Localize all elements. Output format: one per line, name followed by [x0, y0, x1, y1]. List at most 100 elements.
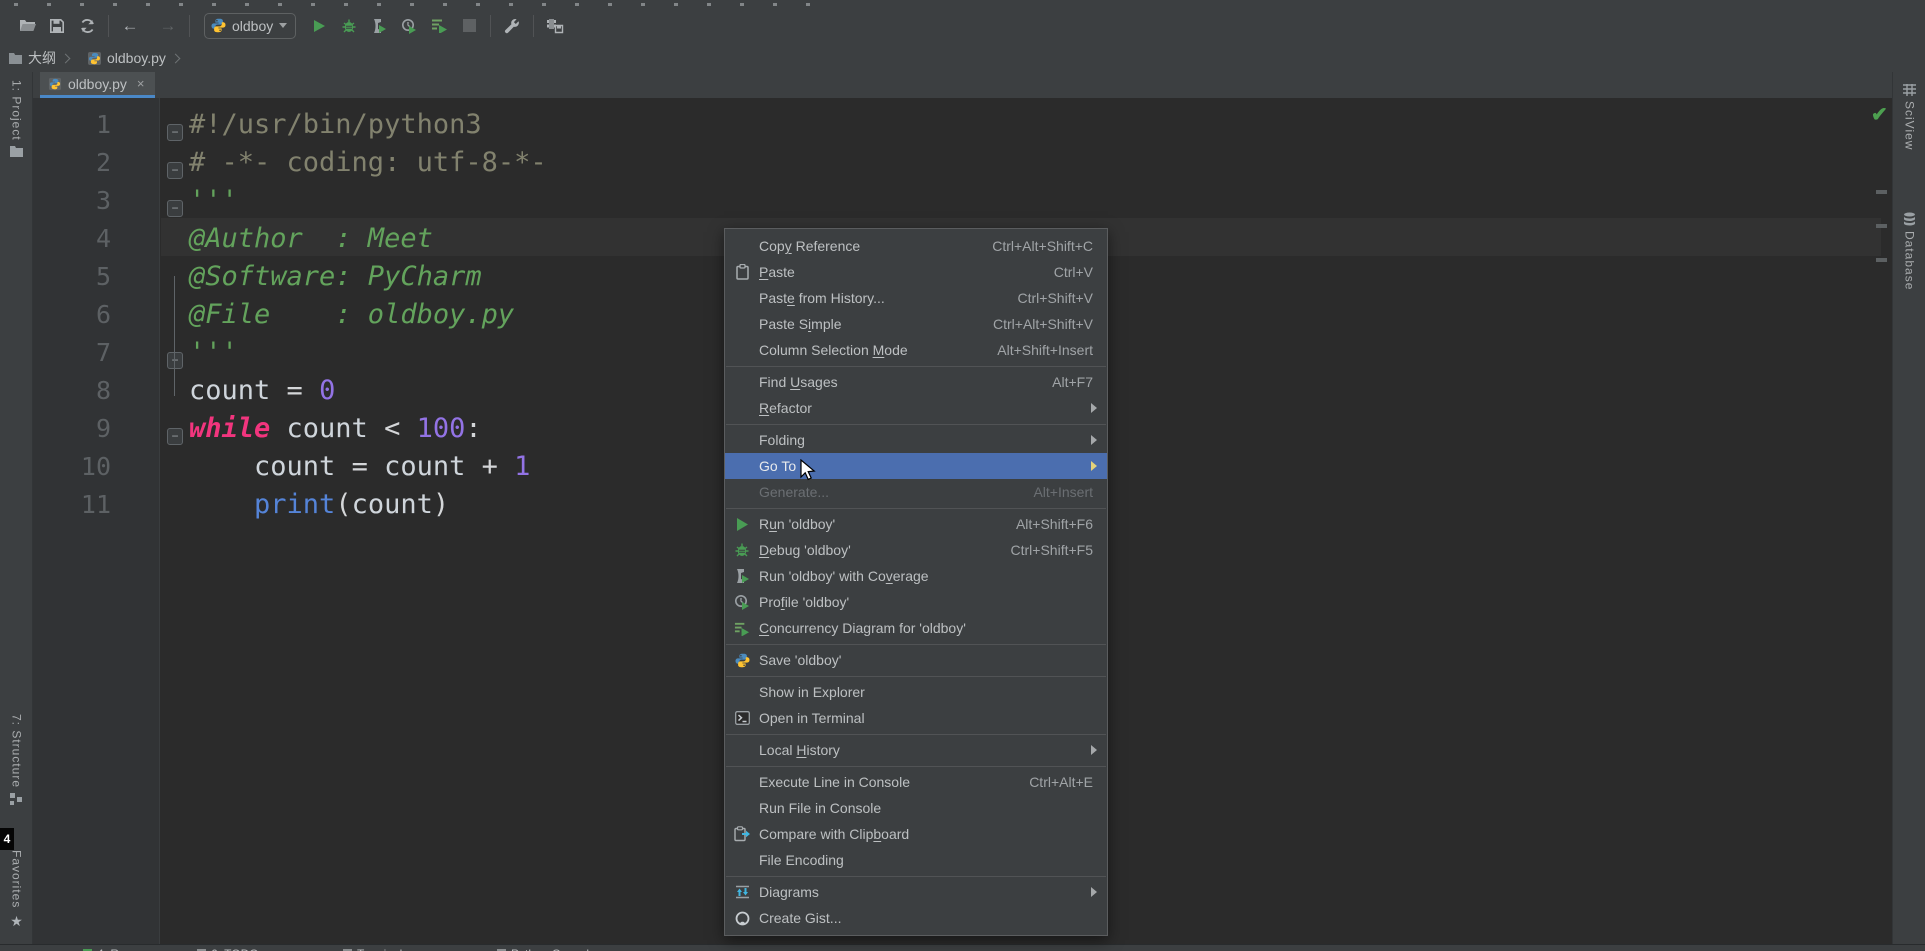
- left-tool-stripe: 1: Project 7: Structure 4 Favorites ★: [0, 72, 33, 944]
- menu-item-generate: Generate... Alt+Insert: [725, 479, 1107, 505]
- forward-arrow-icon[interactable]: →: [153, 13, 183, 39]
- grid-icon: [1903, 84, 1916, 96]
- menu-item-shortcut: Ctrl+Alt+E: [1029, 774, 1093, 790]
- structure-icon: [10, 793, 23, 806]
- menu-item-label: Refactor: [759, 400, 812, 416]
- menu-item-refactor[interactable]: Refactor: [725, 395, 1107, 421]
- open-file-icon[interactable]: [12, 13, 42, 39]
- menu-item-debug-oldboy[interactable]: Debug 'oldboy' Ctrl+Shift+F5: [725, 537, 1107, 563]
- concurrency-diagram-icon[interactable]: [424, 13, 454, 39]
- line-number: 2: [95, 148, 111, 177]
- menu-item-find-usages[interactable]: Find Usages Alt+F7: [725, 369, 1107, 395]
- menu-item-paste-simple[interactable]: Paste Simple Ctrl+Alt+Shift+V: [725, 311, 1107, 337]
- code-token: @Author : Meet: [189, 223, 433, 254]
- run-with-coverage-icon[interactable]: [364, 13, 394, 39]
- statusbar-item-terminal[interactable]: Terminal: [343, 947, 402, 951]
- statusbar-item-6-todo[interactable]: 6: TODO: [197, 947, 259, 951]
- back-arrow-icon[interactable]: ←: [115, 13, 145, 39]
- database-label: Database: [1902, 231, 1917, 291]
- menu-item-label: Find Usages: [759, 374, 838, 390]
- fold-marker-icon[interactable]: −: [167, 352, 183, 369]
- menu-item-label: Go To: [759, 458, 797, 474]
- code-line-4[interactable]: @Author : Meet: [189, 220, 433, 258]
- code-line-3[interactable]: ''': [189, 182, 238, 220]
- save-all-icon[interactable]: [42, 13, 72, 39]
- sidebar-item-database[interactable]: Database: [1893, 212, 1925, 290]
- tab-oldboy-py[interactable]: oldboy.py ×: [40, 72, 155, 98]
- menu-item-create-gist[interactable]: Create Gist...: [725, 905, 1107, 931]
- menu-item-save-oldboy[interactable]: Save 'oldboy': [725, 647, 1107, 673]
- menu-item-open-in-terminal[interactable]: Open in Terminal: [725, 705, 1107, 731]
- project-label: 1: Project: [9, 80, 24, 141]
- code-token: print: [254, 489, 336, 520]
- debug-icon[interactable]: [334, 13, 364, 39]
- statusbar-item-4-run[interactable]: 4: Run: [83, 947, 132, 951]
- menu-item-shortcut: Ctrl+Shift+F5: [1010, 542, 1093, 558]
- menu-item-go-to[interactable]: Go To: [725, 453, 1107, 479]
- menu-item-profile-oldboy[interactable]: Profile 'oldboy': [725, 589, 1107, 615]
- sidebar-item-sciview[interactable]: SciView: [1893, 84, 1925, 150]
- code-line-2[interactable]: # -*- coding: utf-8-*-: [189, 144, 547, 182]
- project-folder-icon: [10, 145, 23, 157]
- code-token: ''': [189, 337, 238, 368]
- code-line-6[interactable]: @File : oldboy.py: [189, 296, 514, 334]
- python-icon: [734, 652, 750, 668]
- menu-item-folding[interactable]: Folding: [725, 427, 1107, 453]
- fold-marker-icon[interactable]: −: [167, 200, 183, 217]
- fold-marker-icon[interactable]: −: [167, 428, 183, 445]
- code-token: =: [351, 451, 385, 482]
- menu-item-compare-with-clipboard[interactable]: Compare with Clipboard: [725, 821, 1107, 847]
- run-configuration-select[interactable]: oldboy: [204, 12, 297, 39]
- sidebar-item-favorites[interactable]: Favorites ★: [0, 850, 33, 930]
- code-line-5[interactable]: @Software: PyCharm: [189, 258, 482, 296]
- breadcrumb-file[interactable]: oldboy.py: [107, 50, 166, 66]
- code-line-10[interactable]: count = count + 1: [189, 448, 530, 486]
- menu-item-column-selection-mode[interactable]: Column Selection Mode Alt+Shift+Insert: [725, 337, 1107, 363]
- menu-item-label: Run 'oldboy': [759, 516, 836, 532]
- menu-item-show-in-explorer[interactable]: Show in Explorer: [725, 679, 1107, 705]
- menu-item-shortcut: Ctrl+V: [1053, 264, 1093, 280]
- menu-item-label: Concurrency Diagram for 'oldboy': [759, 620, 966, 636]
- inspection-ok-icon[interactable]: ✔: [1871, 102, 1888, 127]
- menu-item-run-oldboy[interactable]: Run 'oldboy' Alt+Shift+F6: [725, 511, 1107, 537]
- code-line-11[interactable]: print(count): [189, 486, 449, 524]
- code-token: while: [189, 413, 271, 444]
- code-line-8[interactable]: count = 0: [189, 372, 335, 410]
- fold-marker-icon[interactable]: −: [167, 124, 183, 141]
- synchronize-icon[interactable]: [72, 13, 102, 39]
- editor-context-menu: Copy Reference Ctrl+Alt+Shift+C Paste Ctrl+…: [724, 228, 1108, 936]
- menu-item-diagrams[interactable]: Diagrams: [725, 879, 1107, 905]
- menu-item-label: Open in Terminal: [759, 710, 865, 726]
- wrench-icon[interactable]: [497, 13, 527, 39]
- statusbar-item-python-console[interactable]: Python Console: [497, 947, 596, 951]
- code-line-1[interactable]: #!/usr/bin/python3: [189, 106, 482, 144]
- code-token: count: [270, 413, 385, 444]
- menu-item-run-oldboy-with-coverage[interactable]: Run 'oldboy' with Coverage: [725, 563, 1107, 589]
- close-icon[interactable]: ×: [137, 76, 145, 91]
- menu-item-paste[interactable]: Paste Ctrl+V: [725, 259, 1107, 285]
- settings-save-icon[interactable]: [540, 13, 570, 39]
- fold-marker-icon[interactable]: −: [167, 162, 183, 179]
- code-token: @File : oldboy.py: [189, 299, 515, 330]
- menu-item-concurrency-diagram-for-oldboy[interactable]: Concurrency Diagram for 'oldboy': [725, 615, 1107, 641]
- menu-item-paste-from-history[interactable]: Paste from History... Ctrl+Shift+V: [725, 285, 1107, 311]
- sidebar-item-structure[interactable]: 7: Structure: [0, 714, 33, 806]
- code-line-7[interactable]: ''': [189, 334, 238, 372]
- menu-item-execute-line-in-console[interactable]: Execute Line in Console Ctrl+Alt+E: [725, 769, 1107, 795]
- stop-icon[interactable]: [454, 13, 484, 39]
- menu-item-run-file-in-console[interactable]: Run File in Console: [725, 795, 1107, 821]
- submenu-arrow-icon: [1091, 887, 1097, 897]
- menu-item-copy-reference[interactable]: Copy Reference Ctrl+Alt+Shift+C: [725, 233, 1107, 259]
- sidebar-item-project[interactable]: 1: Project: [0, 80, 33, 157]
- menu-item-label: Create Gist...: [759, 910, 842, 926]
- toolwindow-button-label: Python Console: [511, 947, 596, 951]
- line-number: 3: [95, 186, 111, 215]
- menu-item-file-encoding[interactable]: File Encoding: [725, 847, 1107, 873]
- breadcrumb-folder[interactable]: 大纲: [28, 48, 56, 68]
- code-line-9[interactable]: while count < 100:: [189, 410, 482, 448]
- chevron-right-icon: [60, 53, 71, 63]
- profile-icon[interactable]: [394, 13, 424, 39]
- toolwindow-button-label: 4: Run: [97, 947, 132, 951]
- run-icon[interactable]: [304, 13, 334, 39]
- menu-item-local-history[interactable]: Local History: [725, 737, 1107, 763]
